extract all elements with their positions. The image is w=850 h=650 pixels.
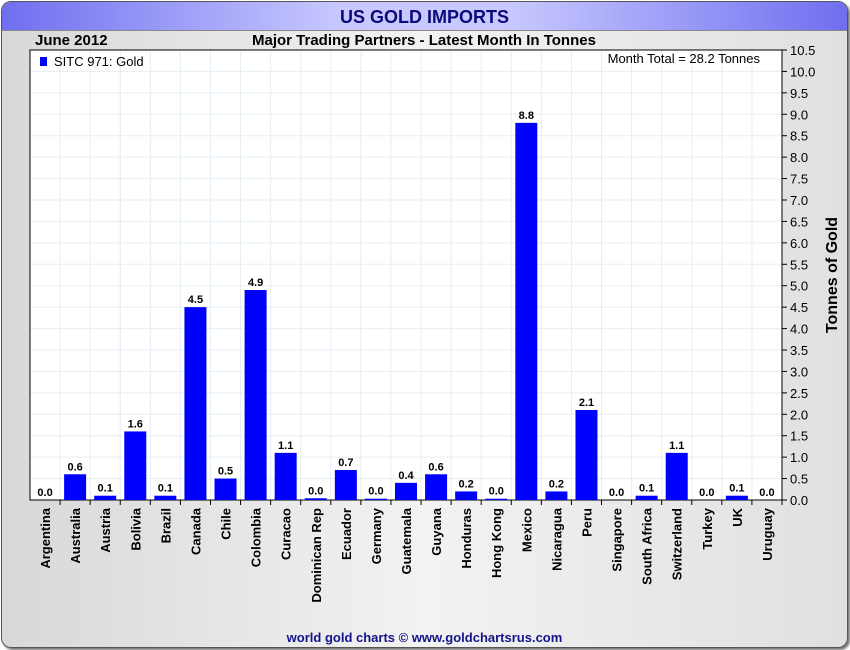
bar-mexico [515,122,538,500]
bar-hong-kong [485,498,508,500]
x-tick-label: Hong Kong [489,508,504,578]
y-tick-label: 7.0 [790,193,808,208]
data-label: 1.6 [128,418,143,430]
bar-nicaragua [545,491,568,500]
x-tick-label: Brazil [158,508,173,543]
data-label: 0.6 [428,461,443,473]
data-label: 0.0 [308,485,323,497]
x-tick-label: UK [730,507,745,526]
data-label: 0.0 [368,486,383,498]
data-label: 2.1 [579,397,594,409]
y-tick-label: 9.5 [790,86,808,101]
data-label: 1.1 [669,440,684,452]
bar-honduras [455,491,478,500]
x-tick-label: Ecuador [339,508,354,560]
data-label: 1.1 [278,440,293,452]
data-label: 0.4 [398,470,414,482]
bar-canada [184,307,207,500]
x-tick-label: Dominican Rep [309,508,324,603]
data-label: 0.0 [699,487,714,499]
x-tick-label: Germany [369,507,384,564]
data-label: 0.1 [639,483,654,495]
y-tick-label: 6.5 [790,214,808,229]
data-label: 0.0 [609,487,624,499]
data-label: 4.9 [248,277,263,289]
x-tick-label: Honduras [459,508,474,569]
y-tick-label: 9.0 [790,107,808,122]
data-label: 0.7 [338,457,353,469]
x-tick-label: Chile [219,508,234,540]
y-tick-label: 10.5 [790,43,815,58]
bar-colombia [244,290,267,500]
y-tick-label: 8.0 [790,150,808,165]
data-label: 0.0 [759,487,774,499]
y-tick-label: 6.0 [790,236,808,251]
legend-swatch [40,57,47,66]
x-tick-label: Switzerland [670,508,685,580]
y-tick-label: 2.5 [790,386,808,401]
bar-bolivia [124,431,147,500]
x-tick-label: Curacao [279,508,294,560]
x-tick-label: Nicaragua [549,507,564,571]
data-label: 0.0 [489,486,504,498]
data-label: 0.0 [37,487,52,499]
legend-label: SITC 971: Gold [54,54,144,69]
data-label: 0.1 [729,483,744,495]
bar-dominican-rep [304,498,327,500]
bar-curacao [274,452,297,500]
y-tick-label: 7.5 [790,172,808,187]
x-tick-label: Uruguay [760,507,775,561]
data-label: 0.1 [98,483,113,495]
data-label: 0.1 [158,483,173,495]
data-label: 4.5 [188,294,203,306]
y-tick-label: 8.5 [790,129,808,144]
y-tick-label: 0.0 [790,493,808,508]
x-tick-label: Peru [579,508,594,537]
y-tick-label: 3.5 [790,343,808,358]
y-tick-label: 5.5 [790,257,808,272]
bar-uk [725,495,748,500]
y-tick-label: 4.5 [790,300,808,315]
bar-peru [575,410,598,500]
y-tick-label: 2.0 [790,407,808,422]
x-tick-label: Canada [188,507,203,555]
x-tick-label: Mexico [519,508,534,552]
x-tick-label: Argentina [38,507,53,568]
y-tick-label: 5.0 [790,279,808,294]
y-tick-label: 1.5 [790,429,808,444]
data-label: 0.2 [459,478,474,490]
data-label: 0.5 [218,466,233,478]
bar-guatemala [395,482,417,500]
data-label: 8.8 [519,110,534,122]
x-tick-label: Colombia [249,507,264,567]
bar-guyana [425,474,448,500]
y-tick-label: 3.0 [790,364,808,379]
y-axis-label: Tonnes of Gold [824,217,841,333]
x-tick-label: South Africa [640,507,655,585]
y-tick-label: 4.0 [790,322,808,337]
bar-south-africa [635,495,658,500]
bar-australia [64,474,87,500]
bar-chile [214,478,237,500]
data-label: 0.2 [549,478,564,490]
bar-austria [94,495,117,500]
bar-switzerland [665,452,688,500]
x-tick-label: Singapore [610,508,625,572]
x-tick-label: Australia [68,507,83,563]
month-total-annotation: Month Total = 28.2 Tonnes [608,51,761,66]
bar-brazil [154,495,177,500]
bar-germany [364,498,387,500]
x-tick-label: Guatemala [399,507,414,574]
x-tick-label: Guyana [429,507,444,555]
bar-ecuador [334,470,357,500]
y-tick-label: 0.5 [790,472,808,487]
y-tick-label: 10.0 [790,64,815,79]
y-tick-label: 1.0 [790,450,808,465]
x-tick-label: Austria [98,507,113,553]
x-tick-label: Turkey [700,507,715,549]
bar-chart: 0.0 0.5 1.0 1.5 2.0 2.5 3.0 3.5 4.0 4.5 5.0 5.5 6.0 6… [29,43,841,603]
data-label: 0.6 [67,461,82,473]
x-tick-label: Bolivia [128,507,143,550]
